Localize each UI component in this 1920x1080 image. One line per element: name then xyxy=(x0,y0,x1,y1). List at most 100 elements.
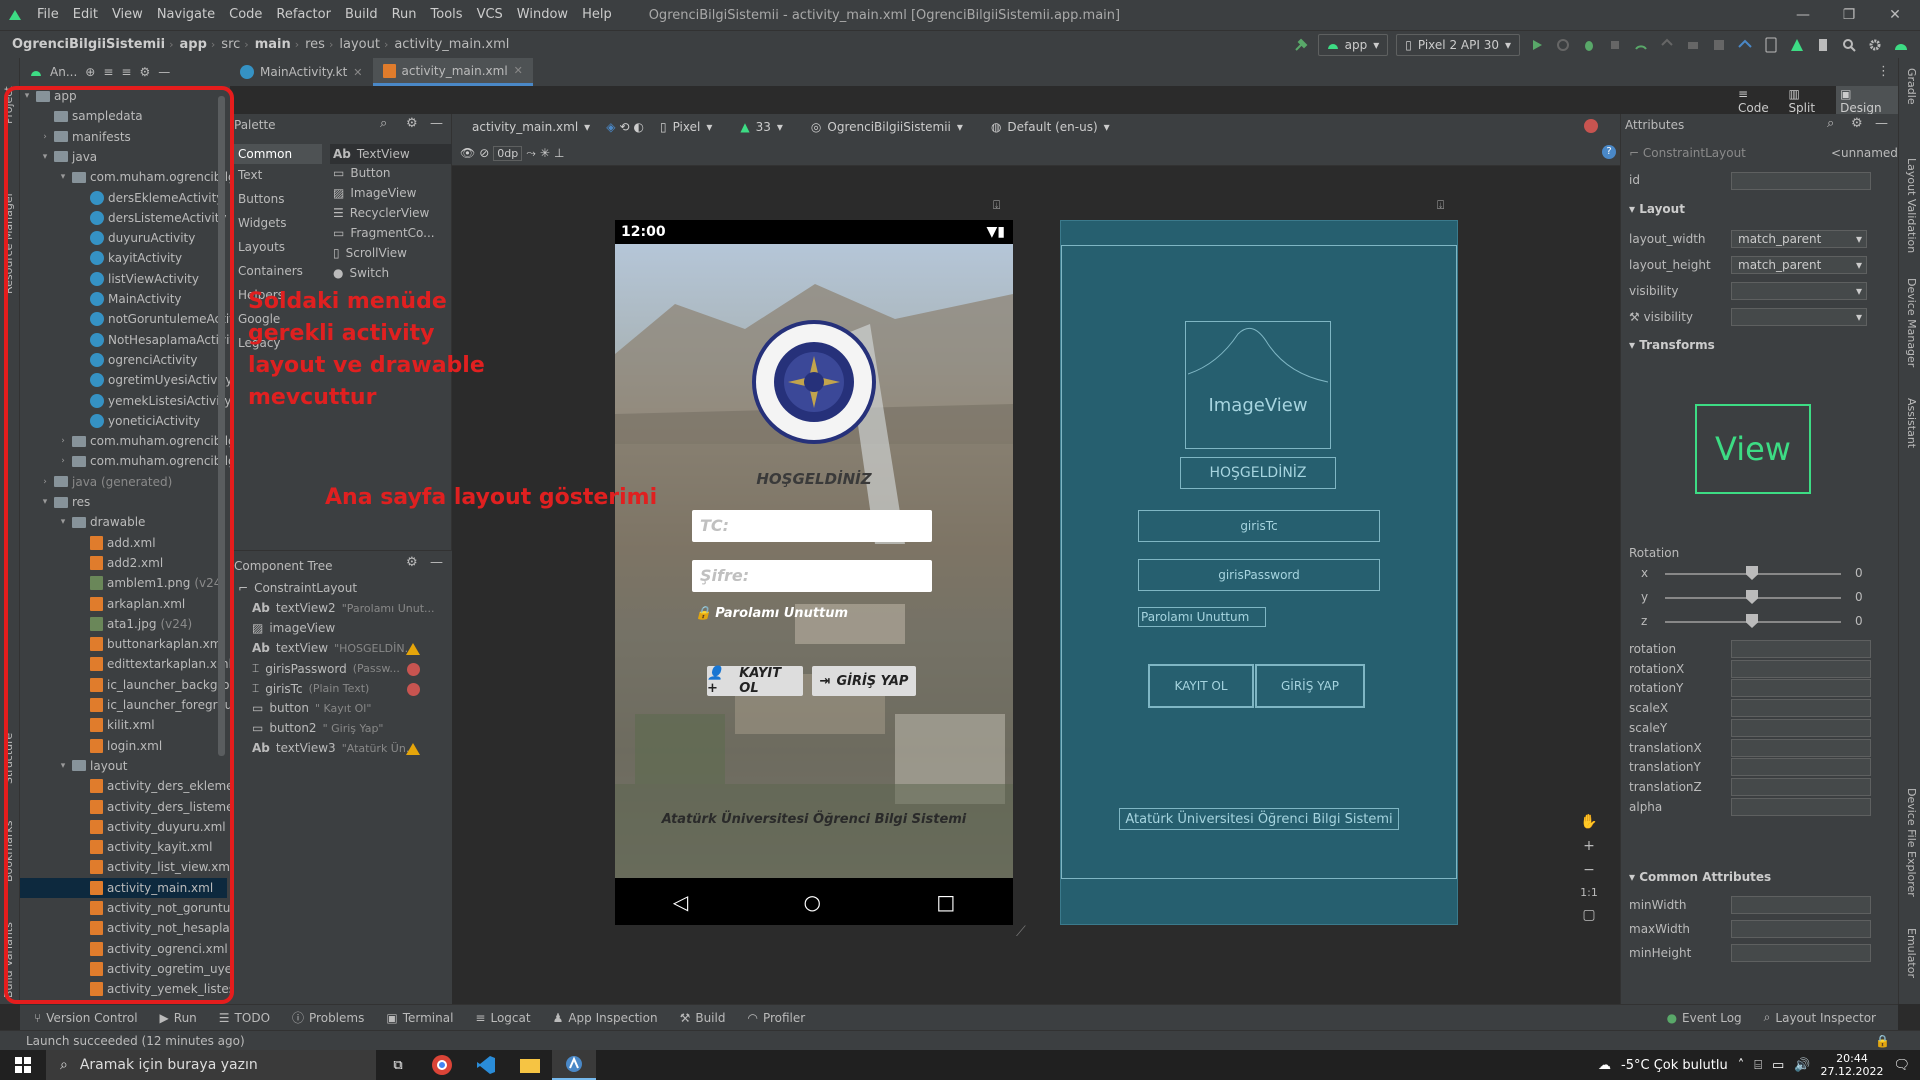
ctree-row[interactable]: Ab textView3 "Atatürk Ün... xyxy=(252,741,416,755)
app-inspection-tab[interactable]: ♟ App Inspection xyxy=(553,1011,658,1025)
file-explorer-icon[interactable] xyxy=(508,1057,552,1073)
ctree-row[interactable]: Ab textView "HOSGELDİN... xyxy=(252,641,415,655)
problems-tab[interactable]: ⓘ Problems xyxy=(292,1009,364,1026)
hammer-icon[interactable] xyxy=(1290,34,1312,56)
menu-navigate[interactable]: Navigate xyxy=(150,0,222,30)
eye-icon[interactable]: 👁 xyxy=(460,146,475,160)
palette-category-layouts[interactable]: Layouts xyxy=(238,240,285,254)
pan-icon[interactable]: ✋ xyxy=(1580,814,1597,830)
layout-validation-tab[interactable]: Layout Validation xyxy=(1902,158,1918,253)
breadcrumb-app[interactable]: app xyxy=(180,37,207,52)
layout-width-select[interactable]: match_parent ▾ xyxy=(1731,230,1867,248)
tab-close-icon[interactable]: ✕ xyxy=(353,66,362,79)
error-icon[interactable] xyxy=(407,683,420,696)
breadcrumb-project[interactable]: OgrenciBilgiiSistemii xyxy=(12,37,165,52)
visibility-select[interactable]: ▾ xyxy=(1731,282,1867,300)
project-view-select[interactable]: An... xyxy=(50,65,77,79)
ctree-gear-icon[interactable]: ⚙ xyxy=(406,555,418,570)
zoom-in-icon[interactable]: + xyxy=(1583,838,1595,854)
palette-item-button[interactable]: ▭ Button xyxy=(333,166,391,180)
menu-help[interactable]: Help xyxy=(575,0,619,30)
hide-icon[interactable]: — xyxy=(158,65,170,79)
task-view-icon[interactable]: ⧉ xyxy=(376,1058,420,1073)
menu-vcs[interactable]: VCS xyxy=(470,0,510,30)
infer-constraints-icon[interactable]: ✳ xyxy=(540,146,550,160)
palette-item-scrollview[interactable]: ▯ ScrollView xyxy=(333,246,407,260)
code-mode-button[interactable]: ≡ Code xyxy=(1738,87,1780,115)
tab-activity-main[interactable]: activity_main.xml ✕ xyxy=(372,58,533,86)
blueprint-register-button[interactable]: KAYIT OL xyxy=(1148,664,1254,708)
back-icon[interactable]: ◁ xyxy=(673,890,688,914)
search-icon[interactable] xyxy=(1838,34,1860,56)
breadcrumb-res[interactable]: res xyxy=(305,37,325,52)
warning-icon[interactable] xyxy=(406,743,420,755)
alpha-field[interactable] xyxy=(1731,797,1871,816)
sync-icon[interactable] xyxy=(1734,34,1756,56)
ctree-row[interactable]: ▭ button2 " Giriş Yap" xyxy=(252,721,384,735)
blueprint-password-input[interactable]: girisPassword xyxy=(1138,559,1380,591)
palette-item-textview[interactable]: Ab TextView xyxy=(330,144,452,164)
menu-refactor[interactable]: Refactor xyxy=(269,0,338,30)
gear-icon[interactable]: ⚙ xyxy=(139,65,150,79)
design-mode-button[interactable]: ▣ Design xyxy=(1836,86,1898,116)
home-icon[interactable]: ○ xyxy=(804,890,821,914)
volume-icon[interactable]: 🔊 xyxy=(1794,1058,1810,1073)
attach-debugger-icon[interactable] xyxy=(1682,34,1704,56)
tab-close-icon[interactable]: ✕ xyxy=(514,64,523,77)
restore-icon[interactable]: ❐ xyxy=(1826,0,1872,30)
translationz-field[interactable] xyxy=(1731,777,1871,796)
network-icon[interactable]: ⌸ xyxy=(1754,1058,1762,1073)
rotation-y-thumb[interactable] xyxy=(1746,590,1758,604)
menu-view[interactable]: View xyxy=(105,0,150,30)
palette-item-switch[interactable]: ● Switch xyxy=(333,266,389,280)
default-margin-select[interactable]: 0dp xyxy=(493,145,523,161)
rotation-z-thumb[interactable] xyxy=(1746,614,1758,628)
breadcrumb-src[interactable]: src xyxy=(221,37,240,52)
layers-icon[interactable]: ◈ xyxy=(606,120,615,134)
settings-gear-icon[interactable] xyxy=(1864,34,1886,56)
breadcrumb-file[interactable]: activity_main.xml xyxy=(394,37,509,52)
target-icon[interactable]: ⊕ xyxy=(85,65,95,79)
android-studio-taskbar-icon[interactable] xyxy=(552,1050,596,1080)
min-height-field[interactable] xyxy=(1731,944,1871,962)
tray-chevron-icon[interactable]: ˄ xyxy=(1738,1058,1745,1073)
lock-status-icon[interactable]: 🔒 xyxy=(1875,1031,1890,1051)
id-field[interactable] xyxy=(1731,172,1871,190)
palette-category-buttons[interactable]: Buttons xyxy=(238,192,284,206)
close-icon[interactable]: ✕ xyxy=(1872,0,1918,30)
rotationx-field[interactable] xyxy=(1731,659,1871,678)
zoom-ratio-button[interactable]: 1:1 xyxy=(1580,886,1598,899)
menu-edit[interactable]: Edit xyxy=(66,0,105,30)
chrome-icon[interactable] xyxy=(420,1054,464,1076)
scaley-field[interactable] xyxy=(1731,718,1871,737)
profiler-tab[interactable]: ◠ Profiler xyxy=(747,1011,805,1025)
night-mode-icon[interactable]: ◐ xyxy=(633,120,643,134)
help-icon[interactable]: ? xyxy=(1602,145,1616,159)
common-attributes-header[interactable]: ▾ Common Attributes xyxy=(1629,870,1771,884)
menu-build[interactable]: Build xyxy=(338,0,385,30)
apply-changes-icon[interactable] xyxy=(1656,34,1678,56)
taskbar-search[interactable]: ⌕ Aramak için buraya yazın xyxy=(46,1050,376,1080)
palette-hide-icon[interactable]: — xyxy=(430,116,443,131)
device-manager-icon[interactable] xyxy=(1812,34,1834,56)
ctree-row[interactable]: Ab textView2 "Parolamı Unut... xyxy=(252,601,435,615)
min-width-field[interactable] xyxy=(1731,896,1871,914)
magnet-icon[interactable]: ⊘ xyxy=(479,146,489,160)
logcat-tab[interactable]: ≡ Logcat xyxy=(475,1011,530,1025)
weather-text[interactable]: -5°C Çok bulutlu xyxy=(1621,1058,1728,1073)
windows-start-icon[interactable] xyxy=(0,1050,46,1080)
layout-inspector-tab[interactable]: ⌕ Layout Inspector xyxy=(1764,1010,1876,1025)
blueprint-imageview[interactable]: ImageView xyxy=(1185,321,1331,449)
clock[interactable]: 20:44 27.12.2022 xyxy=(1821,1052,1884,1078)
run-tab[interactable]: ▶ Run xyxy=(160,1011,197,1025)
breadcrumb-main[interactable]: main xyxy=(255,37,291,52)
ctree-row[interactable]: ⌶ girisPassword (Passw... xyxy=(252,661,400,676)
pin-icon[interactable]: ⍗ xyxy=(1437,198,1444,213)
tab-mainactivity[interactable]: MainActivity.kt ✕ xyxy=(230,58,373,86)
orientation-icon[interactable]: ⟲ xyxy=(619,120,629,134)
login-button[interactable]: ⇥ GİRİŞ YAP xyxy=(812,666,916,696)
palette-gear-icon[interactable]: ⚙ xyxy=(406,116,418,131)
palette-item-imageview[interactable]: ▨ ImageView xyxy=(333,186,416,200)
blueprint-forgot-text[interactable]: Parolamı Unuttum xyxy=(1138,607,1266,627)
rerun-icon[interactable] xyxy=(1552,34,1574,56)
